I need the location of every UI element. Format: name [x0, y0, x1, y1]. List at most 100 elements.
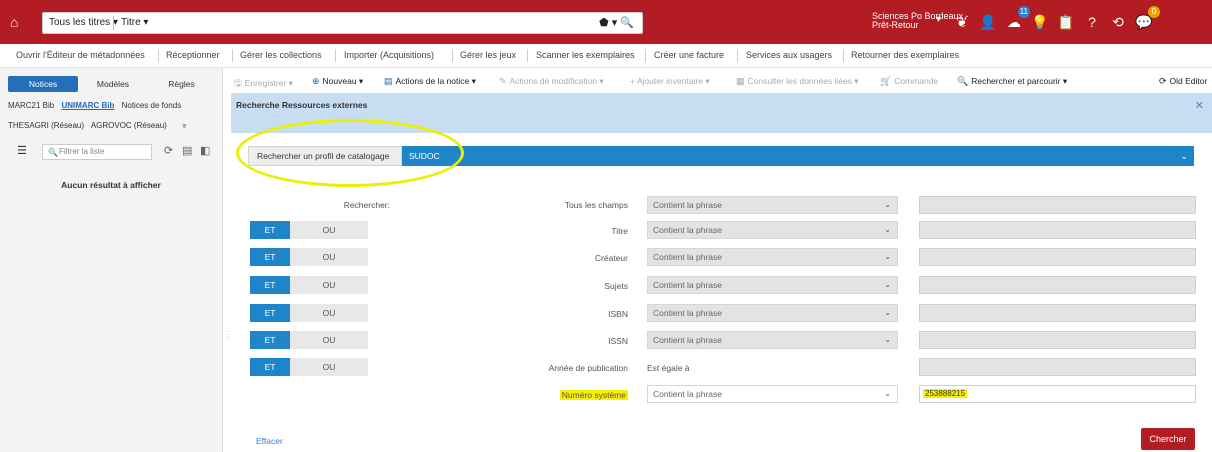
value-input[interactable] [919, 196, 1196, 214]
tab-rules[interactable]: Règles [148, 76, 215, 92]
profile-agrovoc[interactable]: AGROVOC (Réseau) [91, 121, 167, 130]
value-input[interactable] [919, 304, 1196, 322]
lightbulb-icon[interactable]: 💡 [1030, 12, 1050, 32]
save-button[interactable]: 🖫 Enregistrer ▾ [234, 76, 293, 92]
condition-select[interactable]: Contient la phrase ⌄ [647, 385, 898, 403]
clipboard-icon[interactable]: 📋 [1056, 12, 1076, 32]
condition-select[interactable]: Contient la phrase ⌄ [647, 248, 898, 266]
user-icon[interactable]: 👤 [978, 12, 998, 32]
chevron-down-icon[interactable]: ⌄ [1180, 146, 1188, 166]
filter-input[interactable]: 🔍 Filtrer la liste [42, 144, 152, 160]
tab-notices[interactable]: Notices [8, 76, 78, 92]
condition-value: Contient la phrase [653, 225, 722, 235]
search-tools[interactable]: ⬟ ▾ 🔍 [599, 16, 634, 29]
menu-manage-collections[interactable]: Gérer les collections [240, 50, 322, 60]
condition-select[interactable]: Contient la phrase ⌄ [647, 276, 898, 294]
external-search-panel-header: Recherche Ressources externes ✕ [231, 93, 1212, 133]
menu-open-md-editor[interactable]: Ouvrir l'Éditeur de métadonnées [16, 50, 145, 60]
value-input[interactable] [919, 221, 1196, 239]
search-button[interactable]: Chercher [1141, 428, 1195, 450]
old-editor-button[interactable]: ⟳ Old Editor [1159, 76, 1207, 87]
tab-templates[interactable]: Modèles [78, 76, 148, 92]
panel-title: Recherche Ressources externes [236, 100, 368, 110]
cataloging-profile-label: Rechercher un profil de catalogage [248, 146, 402, 166]
old-editor-icon: ⟳ [1159, 76, 1167, 86]
chat-icon[interactable]: 💬 0 [1134, 6, 1160, 32]
and-button[interactable]: ET [250, 276, 290, 294]
menu-return-items[interactable]: Retourner des exemplaires [851, 50, 959, 60]
search-browse-button[interactable]: 🔍 Rechercher et parcourir ▾ [957, 76, 1067, 87]
condition-select[interactable]: Contient la phrase ⌄ [647, 304, 898, 322]
linked-data-icon: ▦ [736, 76, 745, 86]
menu-scan-items[interactable]: Scanner les exemplaires [536, 50, 635, 60]
refresh-icon[interactable]: ⟳ [164, 144, 173, 157]
close-icon[interactable]: ✕ [1195, 99, 1204, 112]
menu-patron-services[interactable]: Services aux usagers [746, 50, 832, 60]
persistent-search: Tous les titres ▾ Titre ▾ ⬟ ▾ 🔍 [42, 12, 643, 34]
cart-icon: 🛒 [880, 76, 892, 86]
cataloging-profile-value: SUDOC [409, 151, 440, 161]
value-input[interactable] [919, 331, 1196, 349]
menu-import[interactable]: Importer (Acquisitions) [344, 50, 434, 60]
and-button[interactable]: ET [250, 304, 290, 322]
top-icons: ❦ 👤 ☁ 11 💡 📋 ? ⟲ 💬 0 [952, 6, 1160, 33]
profile-marc21[interactable]: MARC21 Bib [8, 101, 54, 110]
value-input[interactable] [919, 276, 1196, 294]
chevron-down-icon[interactable]: ▾ [936, 14, 941, 25]
profile-holdings[interactable]: Notices de fonds [122, 101, 182, 110]
or-button[interactable]: OU [290, 221, 368, 239]
home-logo-icon[interactable]: ⌂ [10, 14, 28, 30]
add-inventory-button[interactable]: + Ajouter inventaire ▾ [630, 76, 710, 87]
cataloging-profile-select: Rechercher un profil de catalogage SUDOC… [248, 146, 1194, 166]
search-label: Rechercher: [343, 200, 390, 210]
cloud-icon[interactable]: ☁ 11 [1004, 6, 1030, 32]
and-button[interactable]: ET [250, 248, 290, 266]
condition-value: Contient la phrase [653, 335, 722, 345]
divider [737, 49, 738, 62]
or-button[interactable]: OU [290, 358, 368, 376]
divider [527, 49, 528, 62]
divider [645, 49, 646, 62]
chevron-down-icon: ⌄ [884, 308, 891, 317]
profile-unimarc[interactable]: UNIMARC Bib [61, 101, 114, 110]
value-input[interactable] [919, 248, 1196, 266]
leaf-icon[interactable]: ❦ [952, 12, 972, 32]
record-actions-button[interactable]: ▤ Actions de la notice ▾ [384, 76, 476, 87]
profile-thesagri[interactable]: THESAGRI (Réseau) [8, 121, 84, 130]
value-input[interactable] [919, 358, 1196, 376]
expand-chevron-icon[interactable]: ⩔ [182, 121, 187, 130]
new-button[interactable]: ⊕ Nouveau ▾ [312, 76, 363, 87]
and-button[interactable]: ET [250, 331, 290, 349]
clear-link[interactable]: Effacer [256, 436, 283, 446]
menu-create-invoice[interactable]: Créer une facture [654, 50, 724, 60]
condition-select[interactable]: Contient la phrase ⌄ [647, 196, 898, 214]
cataloging-profile-dropdown[interactable]: SUDOC ⌄ [402, 146, 1194, 166]
and-button[interactable]: ET [250, 221, 290, 239]
split-view-icon[interactable]: ◧ [200, 144, 210, 157]
menu-manage-sets[interactable]: Gérer les jeux [460, 50, 516, 60]
condition-select[interactable]: Contient la phrase ⌄ [647, 331, 898, 349]
or-button[interactable]: OU [290, 304, 368, 322]
or-button[interactable]: OU [290, 248, 368, 266]
search-scope-select[interactable]: Tous les titres ▾ [49, 17, 118, 28]
search-type-select[interactable]: Titre ▾ [121, 17, 148, 28]
system-number-value: 253888215 [923, 389, 968, 398]
pane-resize-handle[interactable]: ⋮ [224, 330, 232, 346]
menu-receive[interactable]: Réceptionner [166, 50, 220, 60]
condition-select[interactable]: Contient la phrase ⌄ [647, 221, 898, 239]
menu-icon[interactable]: ☰ [17, 144, 27, 157]
field-label-highlighted: Numéro système [500, 390, 628, 400]
top-bar: ⌂ Tous les titres ▾ Titre ▾ ⬟ ▾ 🔍 Scienc… [0, 0, 1212, 44]
or-button[interactable]: OU [290, 331, 368, 349]
linked-data-button[interactable]: ▦ Consulter les données liées ▾ [736, 76, 859, 87]
history-icon[interactable]: ⟲ [1108, 12, 1128, 32]
system-number-input[interactable]: 253888215 [919, 385, 1196, 403]
edit-actions-button[interactable]: ✎ Actions de modification ▾ [499, 76, 604, 87]
order-button[interactable]: 🛒 Commande [880, 76, 938, 87]
and-button[interactable]: ET [250, 358, 290, 376]
field-label: Créateur [594, 253, 628, 263]
help-icon[interactable]: ? [1082, 12, 1102, 32]
list-view-icon[interactable]: ▤ [182, 144, 192, 157]
field-label: ISSN [608, 336, 628, 346]
or-button[interactable]: OU [290, 276, 368, 294]
